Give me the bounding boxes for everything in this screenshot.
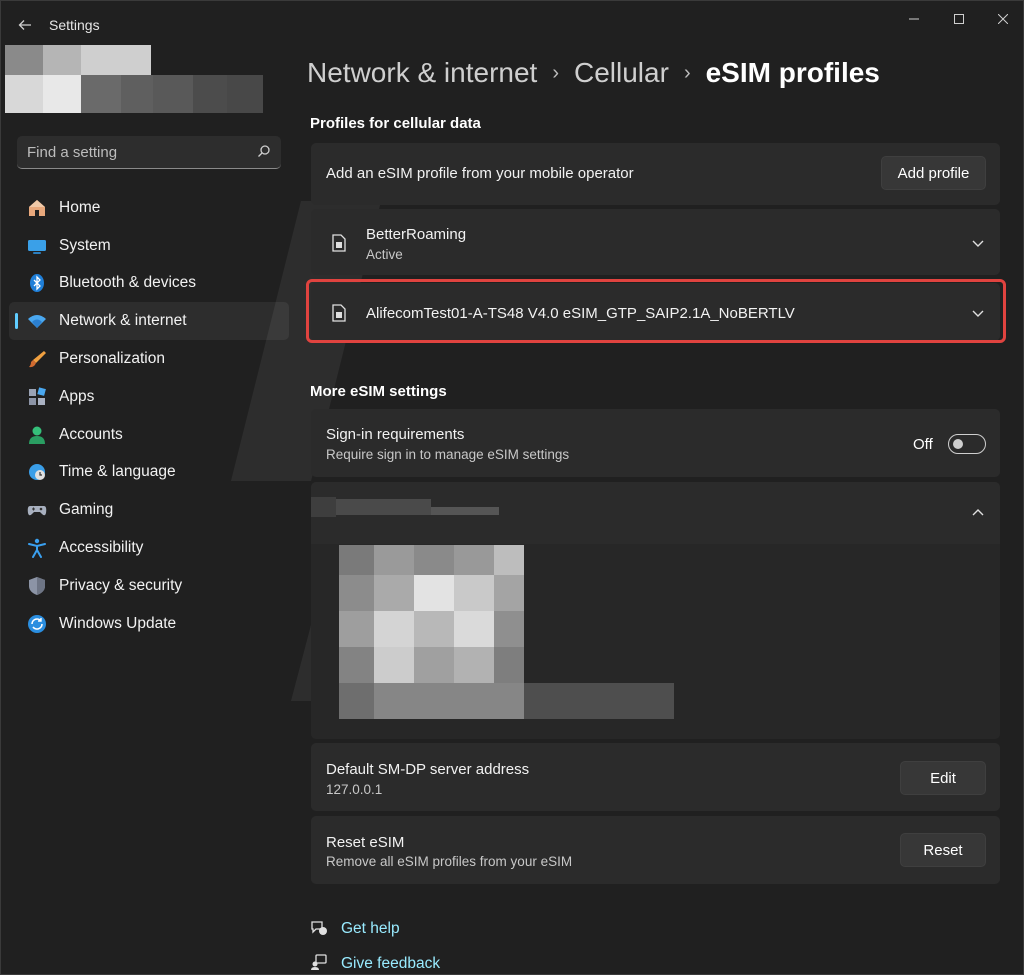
- sidebar-item-privacy[interactable]: Privacy & security: [9, 567, 289, 605]
- sidebar-item-accounts[interactable]: Accounts: [9, 416, 289, 454]
- sidebar-item-label: System: [59, 236, 111, 254]
- search-icon[interactable]: [257, 144, 271, 158]
- chevron-down-icon[interactable]: [971, 236, 985, 250]
- sidebar-item-system[interactable]: System: [9, 227, 289, 265]
- sidebar-item-label: Privacy & security: [59, 576, 183, 594]
- sidebar-item-label: Gaming: [59, 501, 114, 519]
- user-profile-redacted[interactable]: [5, 45, 263, 113]
- settings-window: Settings Home: [0, 0, 1024, 975]
- sidebar-item-label: Time & language: [59, 463, 176, 481]
- apps-icon: [27, 387, 47, 407]
- search-input[interactable]: [17, 136, 247, 168]
- sign-in-toggle[interactable]: [948, 434, 986, 454]
- person-icon: [27, 425, 47, 445]
- chevron-up-icon[interactable]: [971, 506, 985, 520]
- section-title-profiles: Profiles for cellular data: [310, 115, 481, 132]
- profile-name: BetterRoaming: [366, 226, 467, 243]
- maximize-icon: [954, 14, 964, 24]
- feedback-icon: [311, 954, 327, 970]
- minimize-icon: [909, 18, 919, 20]
- smdp-value: 127.0.0.1: [326, 782, 383, 797]
- globe-clock-icon: [27, 462, 47, 482]
- sidebar-nav: Home System Bluetooth & devices Network …: [9, 189, 289, 643]
- breadcrumb-separator: ›: [683, 61, 691, 84]
- section-title-more: More eSIM settings: [310, 383, 447, 400]
- breadcrumb-cellular[interactable]: Cellular: [574, 57, 669, 89]
- sim-card-icon: [332, 234, 346, 252]
- edit-button[interactable]: Edit: [900, 761, 986, 795]
- page-title: eSIM profiles: [705, 57, 880, 88]
- redacted-card: [311, 482, 1000, 739]
- maximize-button[interactable]: [936, 5, 982, 33]
- breadcrumb-separator: ›: [552, 61, 559, 84]
- profile-status: Active: [366, 247, 403, 262]
- back-button[interactable]: [11, 11, 39, 39]
- sign-in-requirements-card: Sign-in requirements Require sign in to …: [311, 409, 1000, 477]
- profile-item-betterroaming[interactable]: BetterRoaming Active: [311, 209, 1000, 275]
- toggle-knob: [953, 439, 963, 449]
- sign-in-title: Sign-in requirements: [326, 426, 465, 443]
- minimize-button[interactable]: [891, 5, 937, 33]
- shield-icon: [27, 576, 47, 596]
- sidebar-item-accessibility[interactable]: Accessibility: [9, 529, 289, 567]
- sidebar-item-bluetooth[interactable]: Bluetooth & devices: [9, 265, 289, 303]
- sidebar-item-label: Accessibility: [59, 539, 144, 557]
- brush-icon: [27, 349, 47, 369]
- toggle-state-label: Off: [913, 436, 933, 453]
- sidebar-item-label: Home: [59, 198, 101, 216]
- app-title: Settings: [49, 17, 100, 33]
- redacted-content: [311, 497, 711, 727]
- add-profile-card: Add an eSIM profile from your mobile ope…: [311, 143, 1000, 205]
- update-icon: [27, 614, 47, 634]
- sidebar-item-personalization[interactable]: Personalization: [9, 340, 289, 378]
- sidebar-item-label: Accounts: [59, 425, 123, 443]
- sidebar-item-label: Network & internet: [59, 312, 187, 330]
- sidebar-item-network[interactable]: Network & internet: [9, 302, 289, 341]
- sidebar-item-label: Bluetooth & devices: [59, 274, 197, 292]
- monitor-icon: [27, 236, 47, 256]
- gamepad-icon: [27, 500, 47, 520]
- search-box[interactable]: [17, 136, 281, 169]
- help-icon: [311, 921, 327, 935]
- highlight-box: [306, 279, 1006, 343]
- breadcrumb-network[interactable]: Network & internet: [307, 57, 537, 89]
- close-button[interactable]: [980, 5, 1024, 33]
- breadcrumb: Network & internet › Cellular › eSIM pro…: [307, 57, 880, 89]
- sign-in-subtitle: Require sign in to manage eSIM settings: [326, 447, 570, 462]
- title-bar: Settings: [1, 1, 1023, 49]
- sidebar-item-gaming[interactable]: Gaming: [9, 491, 289, 529]
- smdp-title: Default SM-DP server address: [326, 761, 530, 778]
- home-icon: [27, 198, 47, 218]
- sidebar-item-label: Apps: [59, 387, 95, 405]
- reset-subtitle: Remove all eSIM profiles from your eSIM: [326, 854, 573, 869]
- sidebar-item-label: Personalization: [59, 350, 165, 368]
- sidebar-item-label: Windows Update: [59, 614, 177, 632]
- add-profile-button[interactable]: Add profile: [881, 156, 986, 190]
- add-profile-label: Add an eSIM profile from your mobile ope…: [326, 165, 634, 182]
- sidebar-item-windows-update[interactable]: Windows Update: [9, 605, 289, 643]
- sidebar-item-time-language[interactable]: Time & language: [9, 454, 289, 492]
- reset-esim-card: Reset eSIM Remove all eSIM profiles from…: [311, 816, 1000, 884]
- sidebar-item-apps[interactable]: Apps: [9, 378, 289, 416]
- accessibility-icon: [27, 538, 47, 559]
- sidebar-item-home[interactable]: Home: [9, 189, 289, 227]
- give-feedback-link[interactable]: Give feedback: [341, 955, 440, 973]
- get-help-link[interactable]: Get help: [341, 920, 400, 938]
- smdp-server-card: Default SM-DP server address 127.0.0.1 E…: [311, 743, 1000, 811]
- close-icon: [998, 14, 1008, 24]
- bluetooth-icon: [27, 273, 47, 293]
- reset-title: Reset eSIM: [326, 834, 405, 851]
- arrow-left-icon: [18, 20, 31, 30]
- wifi-icon: [27, 311, 47, 331]
- reset-button[interactable]: Reset: [900, 833, 986, 867]
